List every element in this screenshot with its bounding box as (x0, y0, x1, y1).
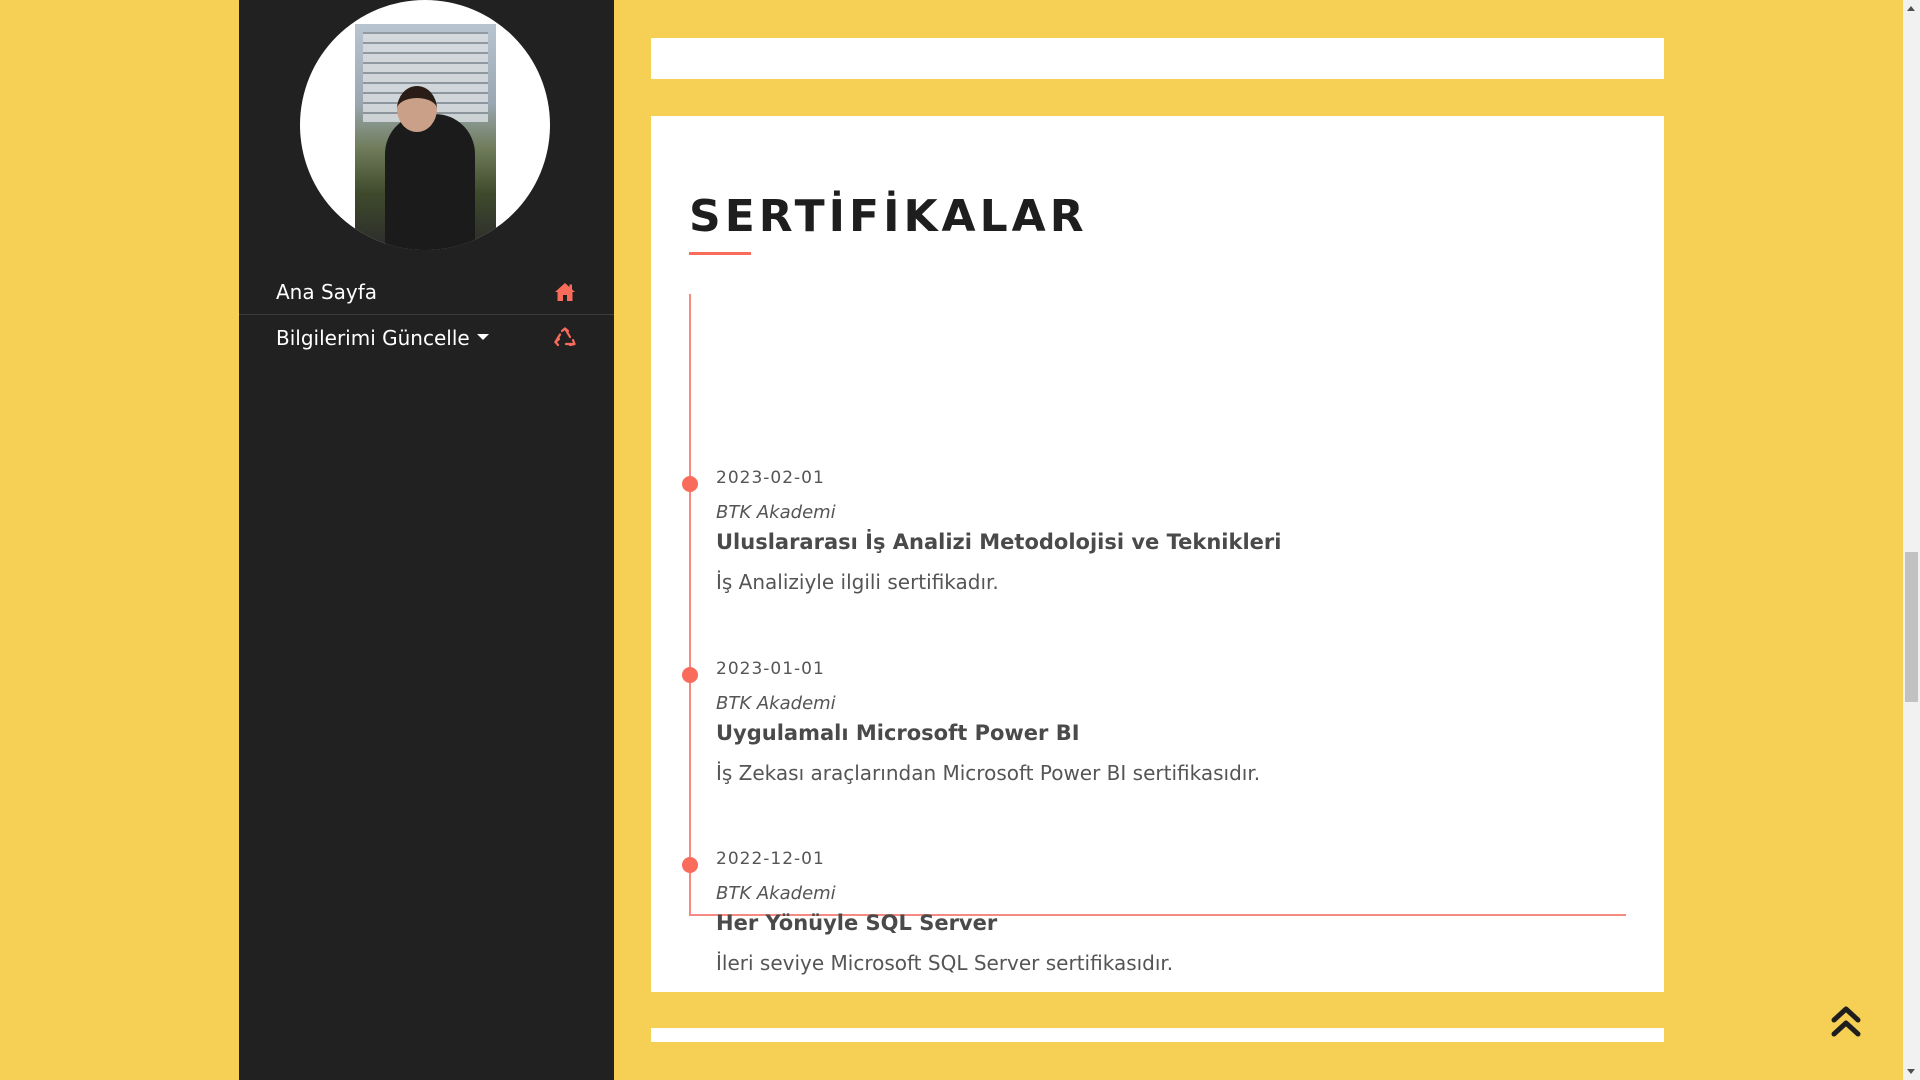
next-section-card (651, 1028, 1664, 1042)
certificate-description: İleri seviye Microsoft SQL Server sertif… (716, 951, 1174, 975)
scroll-up-arrow-icon[interactable] (1907, 6, 1915, 11)
sidebar-nav: Ana Sayfa Bilgilerimi Güncelle (239, 270, 614, 360)
certificate-date: 2023-02-01 (716, 468, 825, 488)
timeline-dot (682, 667, 698, 683)
recycle-icon (553, 326, 577, 350)
nav-item-home-label: Ana Sayfa (276, 280, 378, 304)
page-scrollbar[interactable] (1903, 0, 1920, 1080)
certificate-org: BTK Akademi (716, 502, 836, 523)
timeline-dot (682, 476, 698, 492)
nav-item-home[interactable]: Ana Sayfa (239, 270, 614, 315)
previous-section-card (651, 38, 1664, 79)
scroll-down-arrow-icon[interactable] (1907, 1069, 1915, 1074)
certificate-title: Uluslararası İş Analizi Metodolojisi ve … (716, 530, 1282, 554)
nav-item-update-info[interactable]: Bilgilerimi Güncelle (239, 315, 614, 360)
caret-down-icon (476, 334, 489, 340)
profile-photo (355, 24, 496, 250)
certificates-section: SERTİFİKALAR 2023-02-01 BTK Akademi Ulus… (651, 116, 1664, 992)
certificate-date: 2022-12-01 (716, 849, 825, 869)
scroll-to-top-button[interactable] (1831, 1005, 1861, 1039)
certificate-org: BTK Akademi (716, 883, 836, 904)
certificate-org: BTK Akademi (716, 693, 836, 714)
certificates-timeline: 2023-02-01 BTK Akademi Uluslararası İş A… (682, 294, 1626, 975)
avatar (300, 0, 550, 250)
section-title: SERTİFİKALAR (689, 191, 1088, 242)
home-icon (553, 280, 577, 304)
certificate-title: Her Yönüyle SQL Server (716, 911, 998, 935)
timeline-dot (682, 857, 698, 873)
double-chevron-up-icon (1831, 1006, 1861, 1037)
title-underline (689, 252, 751, 255)
nav-item-update-info-label: Bilgilerimi Güncelle (276, 325, 470, 350)
certificate-title: Uygulamalı Microsoft Power BI (716, 721, 1080, 745)
sidebar: Ana Sayfa Bilgilerimi Güncelle (239, 0, 614, 1080)
scrollbar-thumb[interactable] (1905, 552, 1918, 702)
certificate-date: 2023-01-01 (716, 659, 825, 679)
certificate-description: İş Analiziyle ilgili sertifikadır. (716, 570, 999, 594)
certificate-description: İş Zekası araçlarından Microsoft Power B… (716, 761, 1261, 785)
